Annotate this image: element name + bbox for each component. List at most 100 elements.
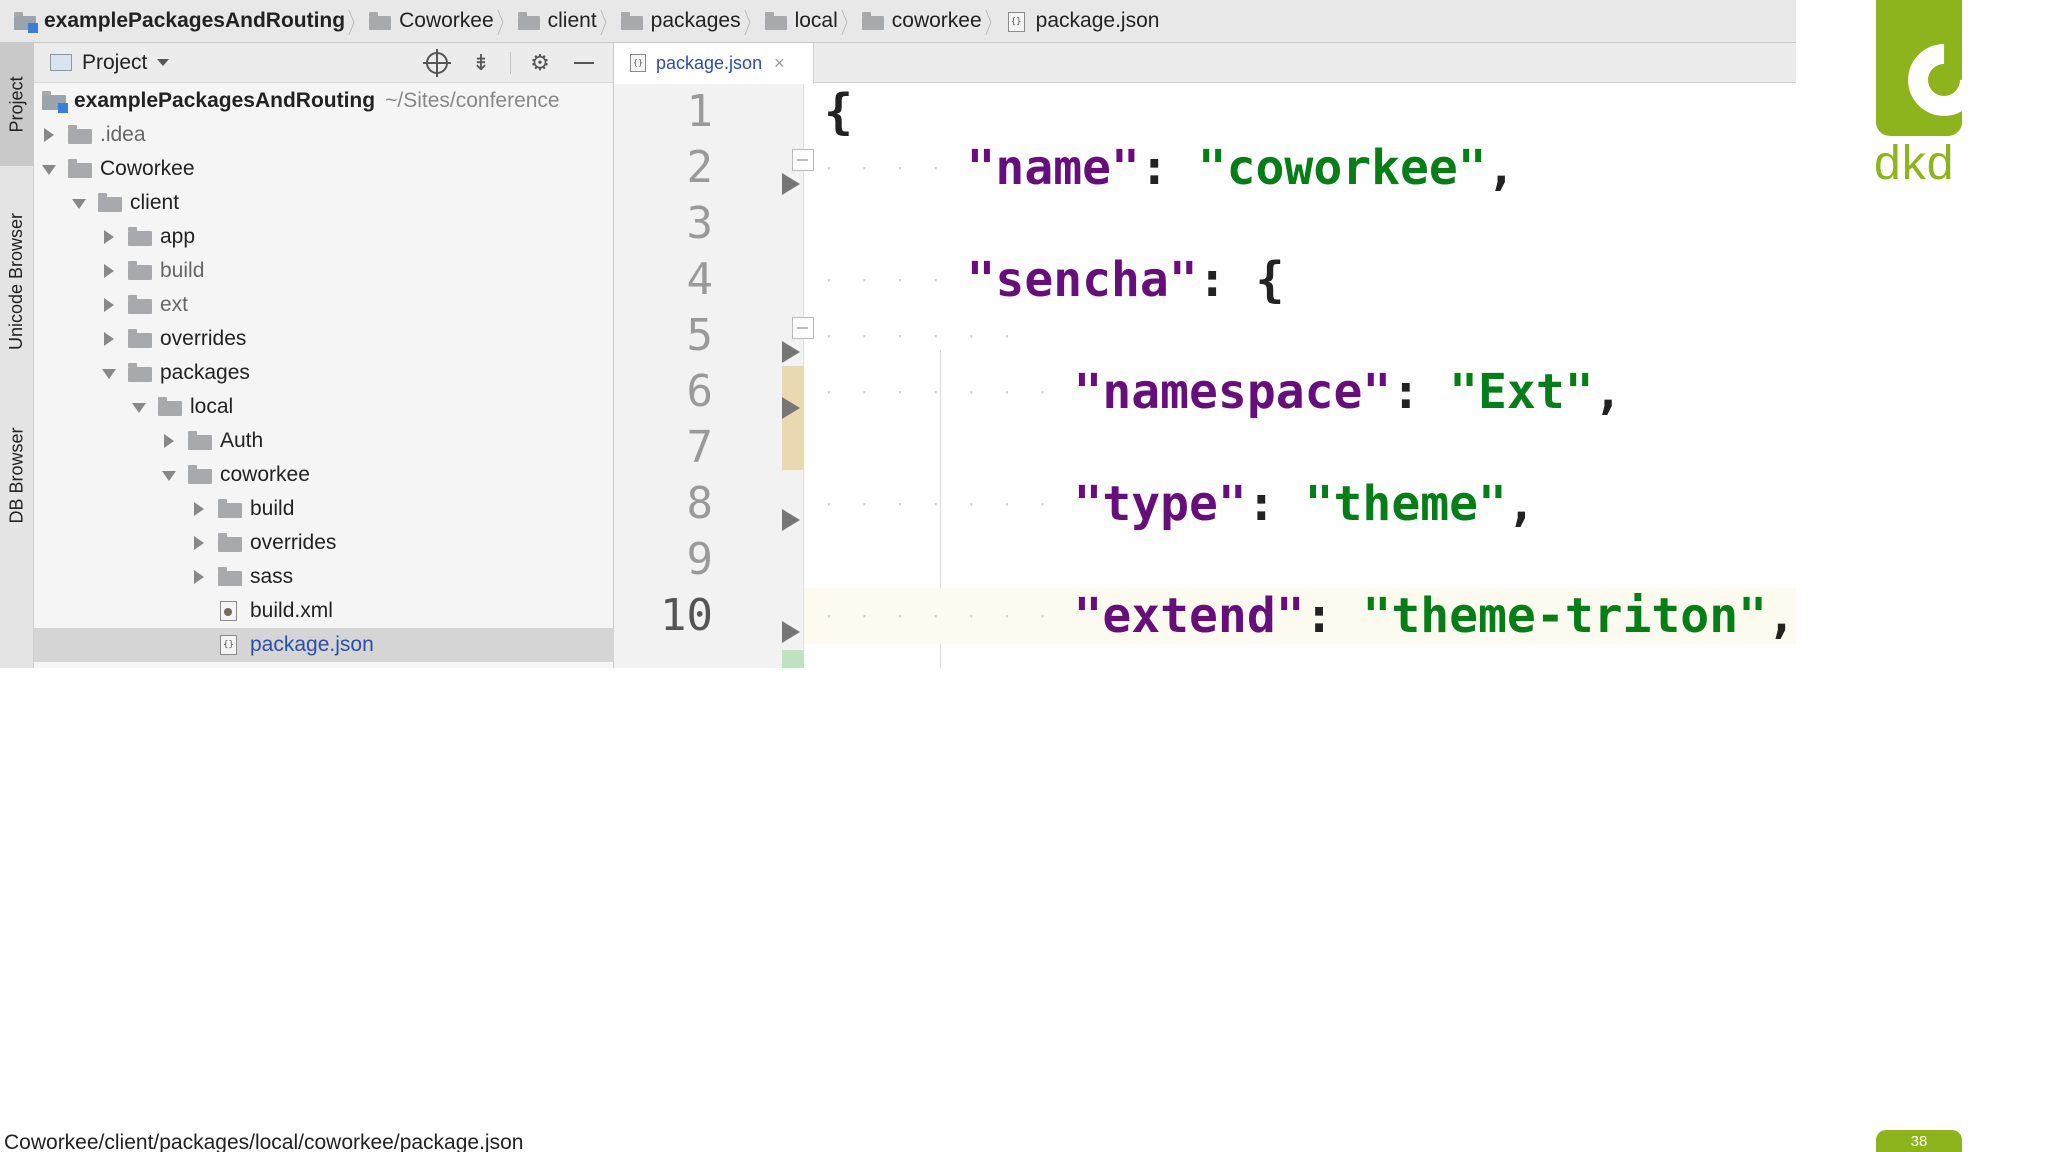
tab-package-json[interactable]: {} package.json × — [614, 43, 814, 84]
ide-window: examplePackagesAndRouting Coworkee clien… — [0, 0, 1796, 668]
collapse-all-icon: ⇟ — [471, 50, 491, 75]
folder-icon — [128, 227, 152, 246]
code-area[interactable]: { ···· "name" : "coworkee" , ···· "sench… — [804, 84, 1796, 668]
expand-arrow-icon[interactable] — [192, 536, 204, 550]
close-icon[interactable]: × — [774, 53, 785, 74]
expand-arrow-icon[interactable] — [102, 230, 114, 244]
project-folder-icon — [14, 11, 38, 33]
breadcrumb-separator — [844, 0, 854, 42]
folder-icon — [218, 533, 242, 552]
line-number: 10 — [660, 590, 713, 641]
folder-icon — [128, 295, 152, 314]
breakpoint-marker-icon[interactable] — [782, 397, 800, 419]
breadcrumb-item-client[interactable]: client — [517, 0, 597, 42]
breakpoint-marker-icon[interactable] — [782, 621, 800, 643]
tree-item-overrides[interactable]: overrides — [34, 322, 614, 356]
tree-item-auth[interactable]: Auth — [34, 424, 614, 458]
folder-icon — [620, 11, 643, 30]
tree-item-package-build[interactable]: build — [34, 492, 614, 526]
toolbar-divider — [510, 52, 511, 74]
chevron-down-icon[interactable] — [157, 59, 170, 66]
breadcrumb-item-packages[interactable]: packages — [620, 0, 741, 42]
line-number: 6 — [686, 366, 714, 417]
tree-item-idea[interactable]: .idea — [34, 118, 614, 152]
collapse-arrow-icon[interactable] — [42, 162, 56, 176]
breadcrumb: examplePackagesAndRouting Coworkee clien… — [0, 0, 1796, 43]
breadcrumb-separator — [603, 0, 613, 42]
folder-icon — [128, 261, 152, 280]
breadcrumb-separator — [500, 0, 510, 42]
folder-icon — [128, 363, 152, 382]
breakpoint-marker-icon[interactable] — [782, 173, 800, 195]
project-folder-icon — [42, 91, 68, 113]
folder-icon — [68, 159, 92, 178]
settings-button[interactable]: ⚙ — [525, 48, 555, 78]
tree-item-package-json[interactable]: {} package.json — [34, 628, 614, 662]
project-view-selector[interactable]: Project — [82, 51, 147, 75]
collapse-all-button[interactable]: ⇟ — [466, 48, 496, 78]
breakpoint-marker-icon[interactable] — [782, 509, 800, 531]
editor-tab-bar: {} package.json × — [614, 43, 1796, 84]
tool-tab-db-browser[interactable]: DB Browser — [0, 395, 34, 555]
tool-tab-unicode-browser[interactable]: Unicode Browser — [0, 181, 34, 381]
folder-icon — [188, 465, 212, 484]
code-line-8: ······· "type" : "theme" , — [824, 476, 1536, 532]
breadcrumb-item-local[interactable]: local — [764, 0, 838, 42]
expand-arrow-icon[interactable] — [102, 264, 114, 278]
folder-icon — [128, 329, 152, 348]
minimize-icon — [574, 62, 594, 64]
tree-item-app[interactable]: app — [34, 220, 614, 254]
tree-item-packages[interactable]: packages — [34, 356, 614, 390]
breadcrumb-item-project[interactable]: examplePackagesAndRouting — [14, 0, 345, 42]
minimize-button[interactable] — [569, 48, 599, 78]
expand-arrow-icon[interactable] — [192, 502, 204, 516]
tree-item-build-xml[interactable]: build.xml — [34, 594, 614, 628]
project-panel-header: Project ⇟ ⚙ — [34, 43, 613, 83]
tree-item-package-overrides[interactable]: overrides — [34, 526, 614, 560]
collapse-arrow-icon[interactable] — [162, 468, 176, 482]
tree-item-project-root[interactable]: examplePackagesAndRouting ~/Sites/confer… — [34, 84, 614, 118]
tree-item-sass[interactable]: sass — [34, 560, 614, 594]
project-panel: Project ⇟ ⚙ examplePackagesAndRouting ~/… — [34, 43, 614, 668]
breadcrumb-separator — [988, 0, 998, 42]
slide-footer-path: Coworkee/client/packages/local/coworkee/… — [4, 1131, 524, 1152]
breadcrumb-item-coworkee[interactable]: Coworkee — [369, 0, 494, 42]
tree-item-build[interactable]: build — [34, 254, 614, 288]
line-number: 8 — [686, 478, 714, 529]
gear-icon: ⚙ — [530, 50, 550, 75]
change-marker — [782, 650, 804, 668]
code-line-6: ······· "namespace" : "Ext" , — [824, 364, 1623, 420]
line-number: 2 — [686, 142, 714, 193]
tool-tab-project[interactable]: Project — [0, 43, 34, 166]
brand-logo-text: dkd — [1874, 137, 1955, 190]
breadcrumb-item-coworkee-package[interactable]: coworkee — [861, 0, 982, 42]
tree-item-ext[interactable]: ext — [34, 288, 614, 322]
breadcrumb-item-package-json[interactable]: {} package.json — [1006, 0, 1159, 42]
folder-icon — [98, 193, 122, 212]
tree-item-client[interactable]: client — [34, 186, 614, 220]
code-editor: {} package.json × 1 2 3 4 5 6 7 8 9 10 {… — [614, 43, 1796, 668]
locate-button[interactable] — [422, 48, 452, 78]
tree-item-local[interactable]: local — [34, 390, 614, 424]
tree-item-coworkee-package[interactable]: coworkee — [34, 458, 614, 492]
folder-icon — [764, 11, 787, 30]
code-line-4: ···· "sencha" : { — [824, 252, 1285, 308]
expand-arrow-icon[interactable] — [192, 570, 204, 584]
breakpoint-marker-icon[interactable] — [782, 341, 800, 363]
tree-item-coworkee-root[interactable]: Coworkee — [34, 152, 614, 186]
project-panel-tools: ⇟ ⚙ — [408, 43, 599, 83]
expand-arrow-icon[interactable] — [102, 298, 114, 312]
expand-arrow-icon[interactable] — [162, 434, 174, 448]
json-file-icon: {} — [630, 53, 648, 74]
collapse-arrow-icon[interactable] — [72, 196, 86, 210]
expand-arrow-icon[interactable] — [42, 128, 54, 142]
collapse-arrow-icon[interactable] — [102, 366, 116, 380]
expand-arrow-icon[interactable] — [102, 332, 114, 346]
json-file-icon: {} — [218, 635, 242, 655]
collapse-arrow-icon[interactable] — [132, 400, 146, 414]
code-line-1: { — [824, 84, 853, 140]
line-number: 1 — [686, 86, 714, 137]
folder-icon — [68, 125, 92, 144]
line-number: 9 — [686, 534, 714, 585]
line-number: 3 — [686, 198, 714, 249]
